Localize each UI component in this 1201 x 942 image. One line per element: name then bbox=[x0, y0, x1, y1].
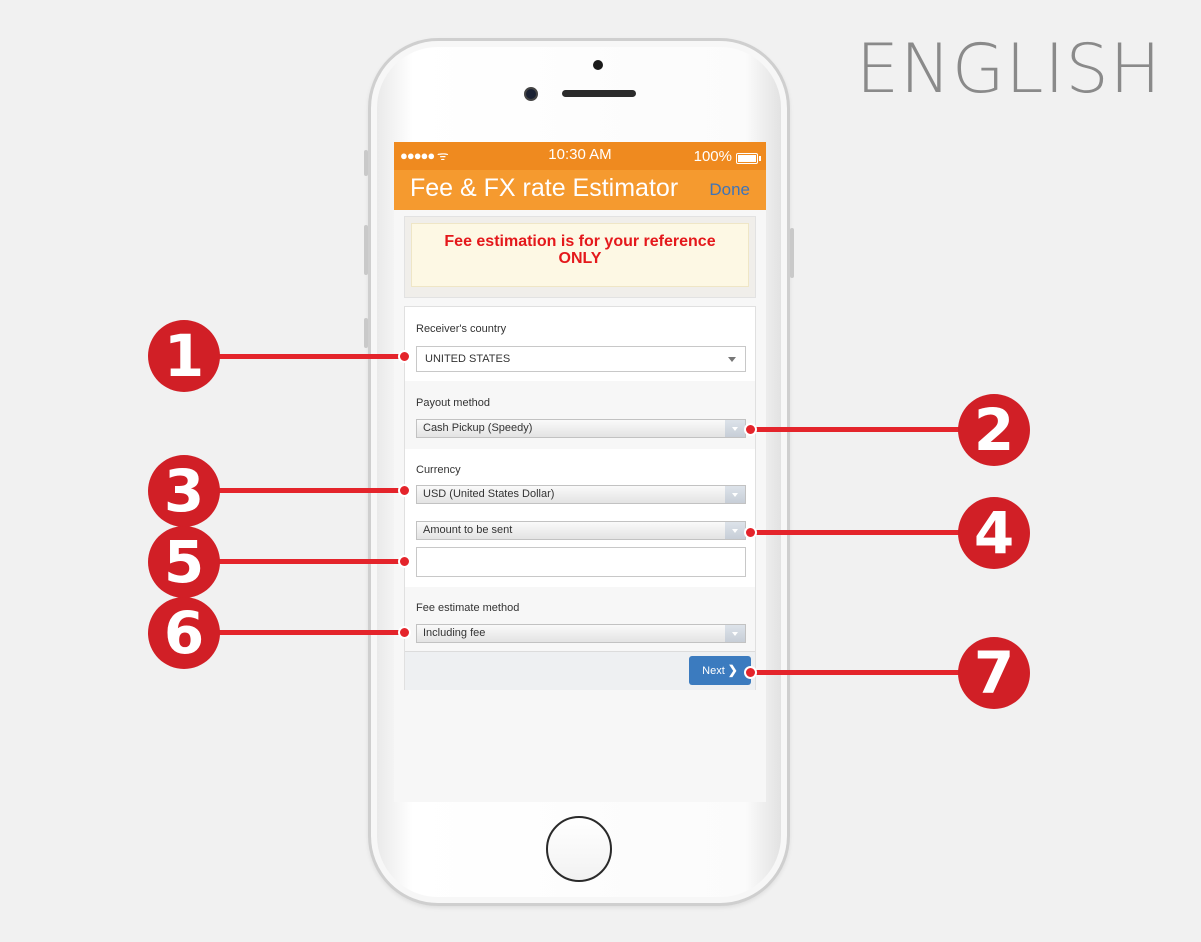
callout-2-leader bbox=[750, 427, 968, 432]
amount-type-value: Amount to be sent bbox=[423, 524, 513, 536]
callout-3-number: 3 bbox=[163, 457, 205, 525]
callout-6: 6 bbox=[148, 597, 220, 669]
callout-4-leader bbox=[750, 530, 968, 535]
chevron-down-icon bbox=[725, 625, 745, 642]
phone-screen: ●●●●● ᯤ 10:30 AM 100% Fee & FX rate Esti… bbox=[394, 142, 766, 802]
callout-2-dot bbox=[744, 423, 757, 436]
amount-input[interactable] bbox=[416, 547, 746, 577]
mute-switch bbox=[364, 150, 368, 176]
currency-value: USD (United States Dollar) bbox=[423, 488, 555, 500]
chevron-down-icon bbox=[725, 420, 745, 437]
callout-6-number: 6 bbox=[163, 599, 205, 667]
currency-label: Currency bbox=[416, 464, 461, 476]
callout-1-leader bbox=[210, 354, 404, 359]
language-label: ENGLISH bbox=[856, 30, 1162, 109]
currency-section: Currency USD (United States Dollar) bbox=[405, 449, 755, 517]
fee-method-value: Including fee bbox=[423, 627, 486, 639]
form-footer: Next ❯ bbox=[405, 651, 755, 690]
status-bar: ●●●●● ᯤ 10:30 AM 100% bbox=[394, 142, 766, 170]
callout-7: 7 bbox=[958, 637, 1030, 709]
notice-line-2: ONLY bbox=[558, 250, 602, 267]
receiver-country-select[interactable]: UNITED STATES bbox=[416, 346, 746, 372]
callout-4-dot bbox=[744, 526, 757, 539]
next-label: Next bbox=[702, 665, 725, 677]
proximity-sensor bbox=[593, 60, 603, 70]
next-button[interactable]: Next ❯ bbox=[689, 656, 751, 685]
payout-method-label: Payout method bbox=[416, 397, 490, 409]
earpiece-speaker bbox=[562, 90, 636, 97]
callout-4-number: 4 bbox=[973, 499, 1015, 567]
payout-method-select[interactable]: Cash Pickup (Speedy) bbox=[416, 419, 746, 438]
power-button bbox=[790, 228, 794, 278]
callout-2-number: 2 bbox=[973, 396, 1015, 464]
volume-up-button bbox=[364, 225, 368, 275]
callout-7-number: 7 bbox=[973, 639, 1015, 707]
callout-3-leader bbox=[210, 488, 404, 493]
notice-line-1: Fee estimation is for your reference bbox=[444, 233, 716, 250]
payout-method-section: Payout method Cash Pickup (Speedy) bbox=[405, 381, 755, 449]
volume-down-button bbox=[364, 318, 368, 348]
payout-method-value: Cash Pickup (Speedy) bbox=[423, 422, 533, 434]
estimator-form: Receiver's country UNITED STATES Payout … bbox=[404, 306, 756, 690]
callout-5-dot bbox=[398, 555, 411, 568]
chevron-down-icon bbox=[725, 486, 745, 503]
currency-select[interactable]: USD (United States Dollar) bbox=[416, 485, 746, 504]
caret-down-icon bbox=[728, 357, 736, 362]
fee-method-select[interactable]: Including fee bbox=[416, 624, 746, 643]
callout-2: 2 bbox=[958, 394, 1030, 466]
reference-notice: Fee estimation is for your reference ONL… bbox=[411, 223, 749, 287]
notice-container: Fee estimation is for your reference ONL… bbox=[404, 216, 756, 298]
fee-method-label: Fee estimate method bbox=[416, 602, 520, 614]
chevron-down-icon bbox=[725, 522, 745, 539]
callout-1-dot bbox=[398, 350, 411, 363]
front-camera-icon bbox=[524, 87, 538, 101]
callout-5-leader bbox=[210, 559, 404, 564]
amount-type-select[interactable]: Amount to be sent bbox=[416, 521, 746, 540]
callout-5-number: 5 bbox=[163, 528, 205, 596]
callout-5: 5 bbox=[148, 526, 220, 598]
receiver-country-value: UNITED STATES bbox=[425, 353, 511, 365]
chevron-right-icon: ❯ bbox=[727, 663, 738, 677]
callout-1-number: 1 bbox=[163, 322, 205, 390]
navigation-bar: Fee & FX rate Estimator Done bbox=[394, 170, 766, 210]
callout-4: 4 bbox=[958, 497, 1030, 569]
done-button[interactable]: Done bbox=[709, 180, 750, 200]
callout-6-leader bbox=[210, 630, 404, 635]
home-button[interactable] bbox=[546, 816, 612, 882]
callout-6-dot bbox=[398, 626, 411, 639]
callout-7-dot bbox=[744, 666, 757, 679]
callout-7-leader bbox=[750, 670, 968, 675]
battery-percent: 100% bbox=[693, 148, 732, 165]
page-title: Fee & FX rate Estimator bbox=[410, 174, 679, 202]
amount-section: Amount to be sent bbox=[405, 517, 755, 587]
callout-3-dot bbox=[398, 484, 411, 497]
receiver-country-label: Receiver's country bbox=[416, 323, 507, 335]
callout-1: 1 bbox=[148, 320, 220, 392]
receiver-country-section: Receiver's country UNITED STATES bbox=[405, 307, 755, 381]
battery-icon bbox=[736, 153, 761, 164]
callout-3: 3 bbox=[148, 455, 220, 527]
fee-method-section: Fee estimate method Including fee bbox=[405, 587, 755, 651]
